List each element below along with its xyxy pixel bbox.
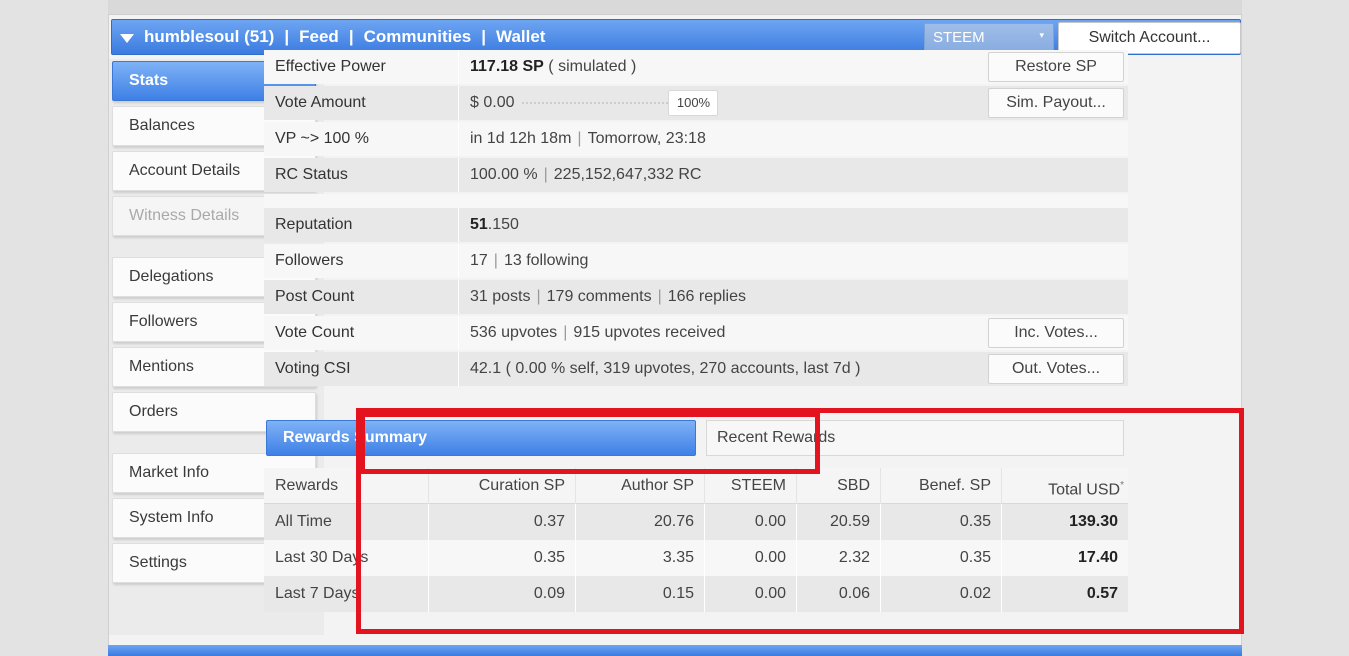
top-strip — [108, 0, 1242, 14]
out-votes-button[interactable]: Out. Votes... — [988, 354, 1124, 384]
dropdown-triangle-icon[interactable] — [120, 33, 134, 43]
inc-votes-button[interactable]: Inc. Votes... — [988, 318, 1124, 348]
row-effective-power: Effective Power 117.18 SP ( simulated ) … — [264, 50, 1128, 84]
select-caret-icon: ▾ — [1039, 30, 1044, 40]
nav-feed[interactable]: Feed — [299, 27, 339, 47]
row-post-count: Post Count 31 posts | 179 comments | 166 rep… — [264, 280, 1128, 314]
nav-wallet[interactable]: Wallet — [496, 27, 545, 47]
currency-select[interactable]: STEEM ▾ — [924, 23, 1054, 53]
vote-weight-slider[interactable] — [522, 101, 669, 104]
vote-percent-box[interactable]: 100% — [668, 89, 719, 116]
header-nav: humblesoul (51) | Feed | Communities | W… — [120, 20, 545, 54]
spacer-row — [264, 194, 1128, 208]
highlight-box-tab — [360, 412, 820, 474]
row-voting-csi: Voting CSI 42.1 ( 0.00 % self, 319 upvot… — [264, 352, 1128, 386]
restore-sp-button[interactable]: Restore SP — [988, 52, 1124, 82]
bottom-bar — [108, 645, 1242, 656]
row-rc-status: RC Status 100.00 % | 225,152,647,332 RC — [264, 158, 1128, 192]
row-followers: Followers 17 | 13 following — [264, 244, 1128, 278]
row-reputation: Reputation 51.150 — [264, 208, 1128, 242]
row-vp: VP ~> 100 % in 1d 12h 18m | Tomorrow, 23:1… — [264, 122, 1128, 156]
nav-communities[interactable]: Communities — [364, 27, 472, 47]
sim-payout-button[interactable]: Sim. Payout... — [988, 88, 1124, 118]
row-vote-amount: Vote Amount $ 0.00 100% Sim. Payout... — [264, 86, 1128, 120]
account-link[interactable]: humblesoul (51) — [144, 27, 274, 47]
row-vote-count: Vote Count 536 upvotes | 915 upvotes recei… — [264, 316, 1128, 350]
